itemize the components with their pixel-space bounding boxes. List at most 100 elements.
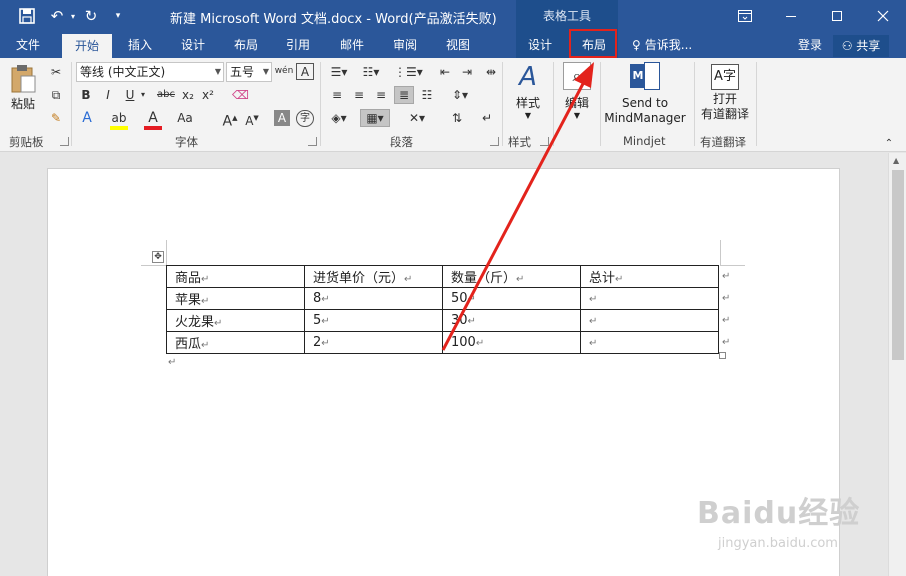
collapse-ribbon-icon[interactable]: ⌃	[882, 136, 896, 152]
styles-button-label: 样式	[515, 96, 540, 110]
close-button[interactable]	[860, 0, 906, 32]
table-cell[interactable]: 8↵	[304, 287, 443, 310]
minimize-button[interactable]	[768, 0, 814, 32]
share-button[interactable]: ⚇ 共享	[833, 35, 889, 57]
table-cell[interactable]: 100↵	[442, 331, 581, 354]
tab-home[interactable]: 开始	[62, 34, 112, 58]
subscript-icon[interactable]: x₂	[180, 87, 196, 103]
tab-mailings[interactable]: 邮件	[328, 32, 376, 58]
table-cell[interactable]: ↵	[580, 309, 719, 332]
format-painter-icon[interactable]: ✎	[48, 110, 64, 126]
superscript-icon[interactable]: x²	[200, 87, 216, 103]
send-to-mindmanager-button[interactable]: M Send to MindManager	[602, 62, 688, 126]
customize-qat-icon[interactable]: ▾	[110, 4, 126, 28]
chevron-down-icon[interactable]: ▾	[138, 87, 148, 103]
table-cell[interactable]: 商品↵	[166, 265, 305, 288]
bullets-icon[interactable]: ☰▾	[328, 64, 350, 80]
copy-icon[interactable]: ⧉	[48, 87, 64, 103]
clear-formatting-icon[interactable]: ⌫	[232, 87, 249, 103]
justify-icon[interactable]: ≣	[394, 86, 414, 104]
table-cell[interactable]: 总计↵	[580, 265, 719, 288]
vertical-scrollbar[interactable]: ▲	[888, 153, 906, 576]
table-row: 西瓜↵ 2↵ 100↵ ↵	[166, 331, 719, 354]
phonetic-guide-icon[interactable]: wén	[274, 63, 294, 79]
editing-button[interactable]: ⌕ 编辑 ▼	[558, 62, 596, 120]
cut-icon[interactable]: ✂	[48, 64, 64, 80]
tab-table-design[interactable]: 设计	[516, 32, 564, 58]
italic-icon[interactable]: I	[100, 87, 116, 103]
font-size-combo[interactable]: 五号 ▼	[226, 62, 272, 82]
line-spacing-icon[interactable]: ⇕▾	[448, 87, 472, 103]
underline-icon[interactable]: U	[122, 87, 138, 103]
align-center-icon[interactable]: ≡	[350, 87, 368, 103]
tab-layout[interactable]: 布局	[222, 32, 270, 58]
align-right-icon[interactable]: ≡	[372, 87, 390, 103]
clipboard-launcher-icon[interactable]	[60, 137, 69, 146]
text-effects-icon[interactable]: A	[78, 110, 96, 126]
table-cell[interactable]: 进货单价（元）↵	[304, 265, 443, 288]
undo-dropdown-icon[interactable]: ▾	[68, 4, 78, 28]
grow-font-icon[interactable]: A▲	[222, 110, 238, 130]
asian-layout-icon[interactable]: ✕▾	[404, 110, 430, 126]
styles-button[interactable]: A 样式 ▼	[508, 62, 548, 120]
bold-icon[interactable]: B	[78, 87, 94, 103]
clipboard-group-label: 剪贴板	[9, 135, 44, 149]
sign-in-link[interactable]: 登录	[790, 32, 830, 58]
tab-references[interactable]: 引用	[274, 32, 322, 58]
paragraph-launcher-icon[interactable]	[490, 137, 499, 146]
tab-view[interactable]: 视图	[434, 32, 482, 58]
show-marks-icon[interactable]: ↵	[478, 110, 496, 126]
table-move-handle-icon[interactable]: ✥	[152, 251, 164, 263]
character-shading-icon[interactable]: A	[274, 110, 290, 126]
enclose-characters-icon[interactable]: 字	[296, 110, 314, 127]
numbering-icon[interactable]: ☷▾	[360, 64, 382, 80]
strikethrough-icon[interactable]: abc	[156, 87, 176, 103]
shading-icon[interactable]: ◈▾	[328, 110, 350, 126]
highlight-color-icon[interactable]: ab	[110, 110, 128, 130]
styles-launcher-icon[interactable]	[540, 137, 549, 146]
cell-marker-icon: ↵	[589, 316, 598, 327]
table-cell[interactable]: 数量（斤）↵	[442, 265, 581, 288]
change-case-icon[interactable]: Aa	[176, 110, 194, 126]
multilevel-list-icon[interactable]: ⋮☰▾	[394, 64, 423, 80]
font-color-icon[interactable]: A	[144, 110, 162, 130]
tell-me-box[interactable]: ♀ 告诉我...	[632, 32, 712, 58]
font-launcher-icon[interactable]	[308, 137, 317, 146]
tab-insert[interactable]: 插入	[116, 32, 164, 58]
tab-design[interactable]: 设计	[168, 32, 218, 58]
ribbon-display-icon[interactable]	[722, 0, 768, 32]
tab-review[interactable]: 审阅	[381, 32, 429, 58]
table-cell[interactable]: ↵	[580, 287, 719, 310]
scrollbar-thumb[interactable]	[892, 170, 904, 360]
table-cell[interactable]: ↵	[580, 331, 719, 354]
character-border-icon[interactable]: A	[296, 63, 314, 80]
tab-file[interactable]: 文件	[4, 32, 52, 58]
chinese-layout-icon[interactable]: ⇹	[482, 64, 500, 80]
scroll-up-icon[interactable]: ▲	[893, 156, 899, 165]
distributed-icon[interactable]: ☷	[418, 87, 436, 103]
maximize-button[interactable]	[814, 0, 860, 32]
open-youdao-button[interactable]: A字 打开 有道翻译	[698, 64, 752, 122]
table-cell[interactable]: 西瓜↵	[166, 331, 305, 354]
table-cell[interactable]: 50↵	[442, 287, 581, 310]
document-table[interactable]: 商品↵ 进货单价（元）↵ 数量（斤）↵ 总计↵ 苹果↵ 8↵ 50↵ ↵ 火龙果…	[166, 265, 719, 354]
undo-icon[interactable]: ↶	[46, 4, 68, 28]
table-cell[interactable]: 5↵	[304, 309, 443, 332]
save-icon[interactable]	[14, 4, 40, 28]
table-cell[interactable]: 火龙果↵	[166, 309, 305, 332]
cell-marker-icon: ↵	[589, 294, 598, 305]
decrease-indent-icon[interactable]: ⇤	[436, 64, 454, 80]
increase-indent-icon[interactable]: ⇥	[458, 64, 476, 80]
align-left-icon[interactable]: ≡	[328, 87, 346, 103]
paste-button[interactable]: 粘贴	[6, 64, 40, 112]
borders-icon[interactable]: ▦▾	[360, 109, 390, 127]
table-cell[interactable]: 2↵	[304, 331, 443, 354]
shrink-font-icon[interactable]: A▼	[244, 110, 260, 129]
sort-icon[interactable]: ⇅	[448, 110, 466, 126]
table-cell[interactable]: 苹果↵	[166, 287, 305, 310]
font-name-combo[interactable]: 等线 (中文正文) ▼	[76, 62, 224, 82]
table-cell[interactable]: 30↵	[442, 309, 581, 332]
redo-icon[interactable]: ↻	[80, 4, 102, 28]
table-resize-handle-icon[interactable]	[719, 352, 726, 359]
cell-marker-icon: ↵	[589, 338, 598, 349]
